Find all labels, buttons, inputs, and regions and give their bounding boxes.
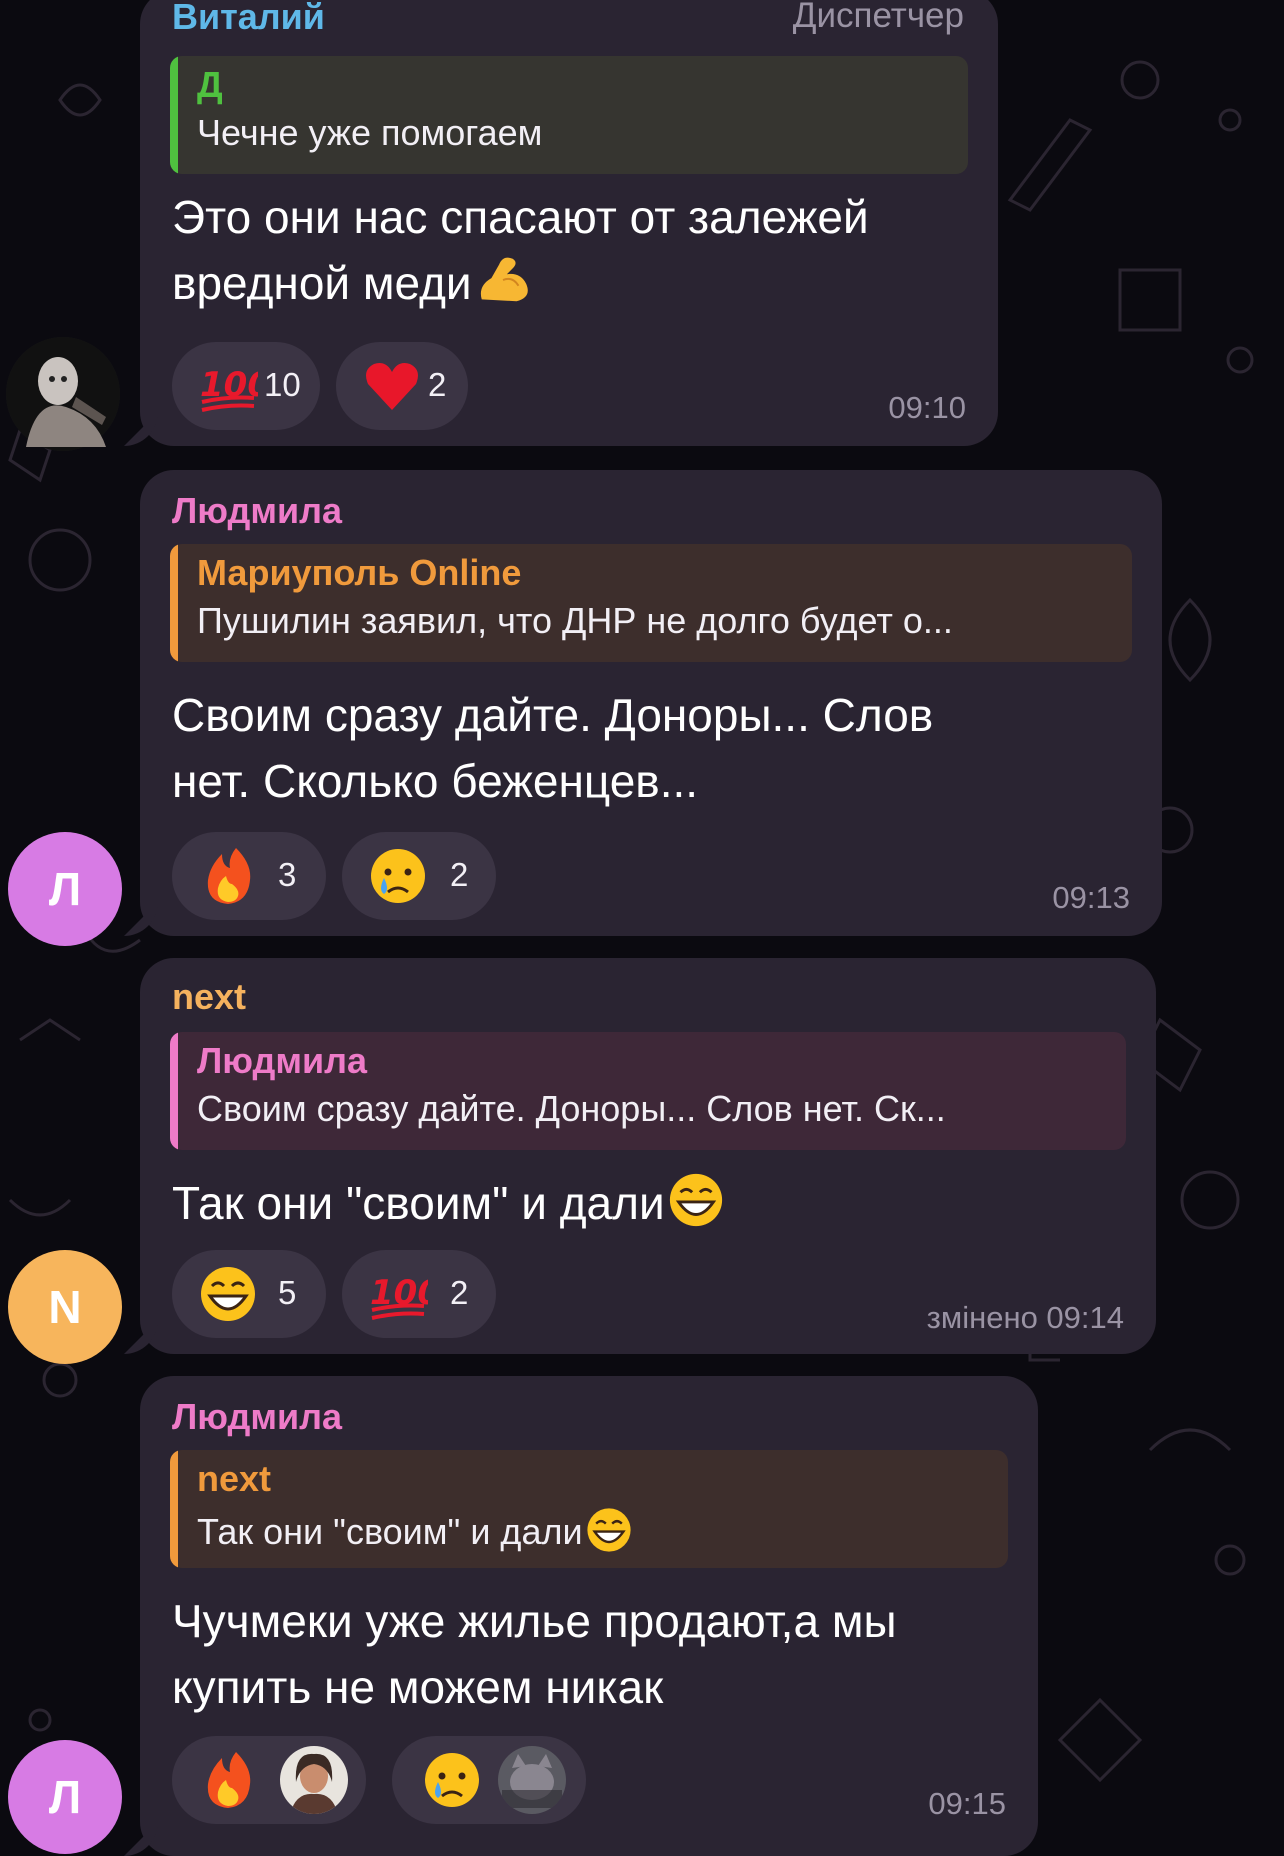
message-time: 09:15 (928, 1786, 1006, 1821)
sender-name[interactable]: Людмила (172, 490, 342, 532)
reaction-hundred[interactable]: 100 2 (342, 1250, 496, 1338)
reaction-hundred[interactable]: 100 10 (172, 342, 320, 430)
red-heart-emoji (366, 363, 418, 410)
message-text-line: Так они "своим" и дали (172, 1177, 665, 1229)
reply-bar (170, 1450, 178, 1568)
message-bubble[interactable]: next Людмила Своим сразу дайте. Доноры..… (140, 958, 1156, 1354)
message-text-line: Чучмеки уже жилье продают,а мы (172, 1595, 897, 1647)
grinning-face-emoji (669, 1173, 722, 1227)
reply-bar (170, 1032, 178, 1150)
message-time: 09:13 (1052, 880, 1130, 915)
reply-text: Так они "своим" и дали (197, 1506, 633, 1554)
message-text-line: нет. Сколько беженцев... (172, 755, 699, 807)
message-bubble[interactable]: Людмила next Так они "своим" и дали Чучм… (140, 1376, 1038, 1856)
reply-sender: next (197, 1458, 272, 1499)
reaction-crying[interactable] (392, 1736, 586, 1824)
message-text-line: Своим сразу дайте. Доноры... Слов (172, 689, 934, 741)
crying-face-emoji (425, 1753, 479, 1807)
message-time: 09:10 (888, 390, 966, 425)
grinning-face-emoji (201, 1267, 255, 1321)
flexed-biceps-emoji (480, 257, 528, 302)
reply-quote[interactable]: Д Чечне уже помогаем (170, 56, 968, 174)
message-text-line-1: Так они "своим" и дали (172, 1170, 725, 1236)
crying-face-emoji (371, 849, 425, 903)
avatar-photo (6, 337, 120, 451)
message-text-line: Это они нас спасают от залежей (172, 191, 869, 243)
message-time: змінено 09:14 (926, 1300, 1124, 1335)
reply-text-content: Так они "своим" и дали (197, 1511, 583, 1552)
message-text: Так они "своим" и дали (172, 1170, 725, 1236)
reactor-avatar[interactable] (498, 1746, 566, 1814)
reaction-crying[interactable]: 2 (342, 832, 496, 920)
reaction-count: 10 (264, 366, 301, 403)
hundred-points-emoji: 100 (370, 1273, 428, 1320)
reaction-heart[interactable]: 2 (336, 342, 468, 430)
user-avatar-photo (498, 1746, 566, 1814)
message-text-line-2: вредной меди (172, 250, 869, 316)
reply-text: Чечне уже помогаем (197, 112, 543, 153)
sender-role: Диспетчер (792, 0, 964, 35)
user-avatar-photo (280, 1746, 348, 1814)
reply-quote[interactable]: next Так они "своим" и дали (170, 1450, 1008, 1568)
message-text: Это они нас спасают от залежей вредной м… (172, 184, 869, 316)
reply-quote[interactable]: Мариуполь Online Пушилин заявил, что ДНР… (170, 544, 1132, 662)
reply-sender: Д (197, 64, 223, 105)
avatar-vitaly[interactable] (6, 337, 120, 451)
reaction-count: 2 (450, 856, 469, 893)
message-text-line: купить не можем никак (172, 1661, 664, 1713)
reply-bar (170, 544, 178, 662)
avatar-lyudmila[interactable]: Л (8, 1740, 122, 1854)
hundred-points-emoji: 100 (200, 365, 258, 412)
reaction-fire[interactable] (172, 1736, 366, 1824)
reply-bar (170, 56, 178, 174)
avatar-next[interactable]: N (8, 1250, 122, 1364)
message-text-line: вредной меди (172, 257, 472, 309)
reply-quote[interactable]: Людмила Своим сразу дайте. Доноры... Сло… (170, 1032, 1126, 1150)
message-text: Своим сразу дайте. Доноры... Слов нет. С… (172, 682, 933, 814)
avatar-lyudmila[interactable]: Л (8, 832, 122, 946)
message-bubble[interactable]: Виталий Диспетчер Д Чечне уже помогаем Э… (140, 0, 998, 446)
reactor-avatar[interactable] (280, 1746, 348, 1814)
grinning-face-emoji (586, 1508, 631, 1552)
sender-name[interactable]: next (172, 976, 246, 1018)
reaction-grinning[interactable]: 5 (172, 1250, 326, 1338)
sender-name[interactable]: Виталий (172, 0, 325, 38)
message-text: Чучмеки уже жилье продают,а мы купить не… (172, 1588, 897, 1720)
reply-sender: Мариуполь Online (197, 552, 522, 593)
reaction-count: 5 (278, 1274, 297, 1311)
reply-text: Пушилин заявил, что ДНР не долго будет о… (197, 600, 953, 641)
message-bubble[interactable]: Людмила Мариуполь Online Пушилин заявил,… (140, 470, 1162, 936)
reaction-count: 3 (278, 856, 297, 893)
reply-sender: Людмила (197, 1040, 368, 1081)
fire-emoji (207, 1752, 251, 1808)
reaction-fire[interactable]: 3 (172, 832, 326, 920)
fire-emoji (207, 848, 251, 904)
reaction-count: 2 (428, 366, 447, 403)
reply-text: Своим сразу дайте. Доноры... Слов нет. С… (197, 1088, 946, 1129)
reaction-count: 2 (450, 1274, 469, 1311)
sender-name[interactable]: Людмила (172, 1396, 342, 1438)
